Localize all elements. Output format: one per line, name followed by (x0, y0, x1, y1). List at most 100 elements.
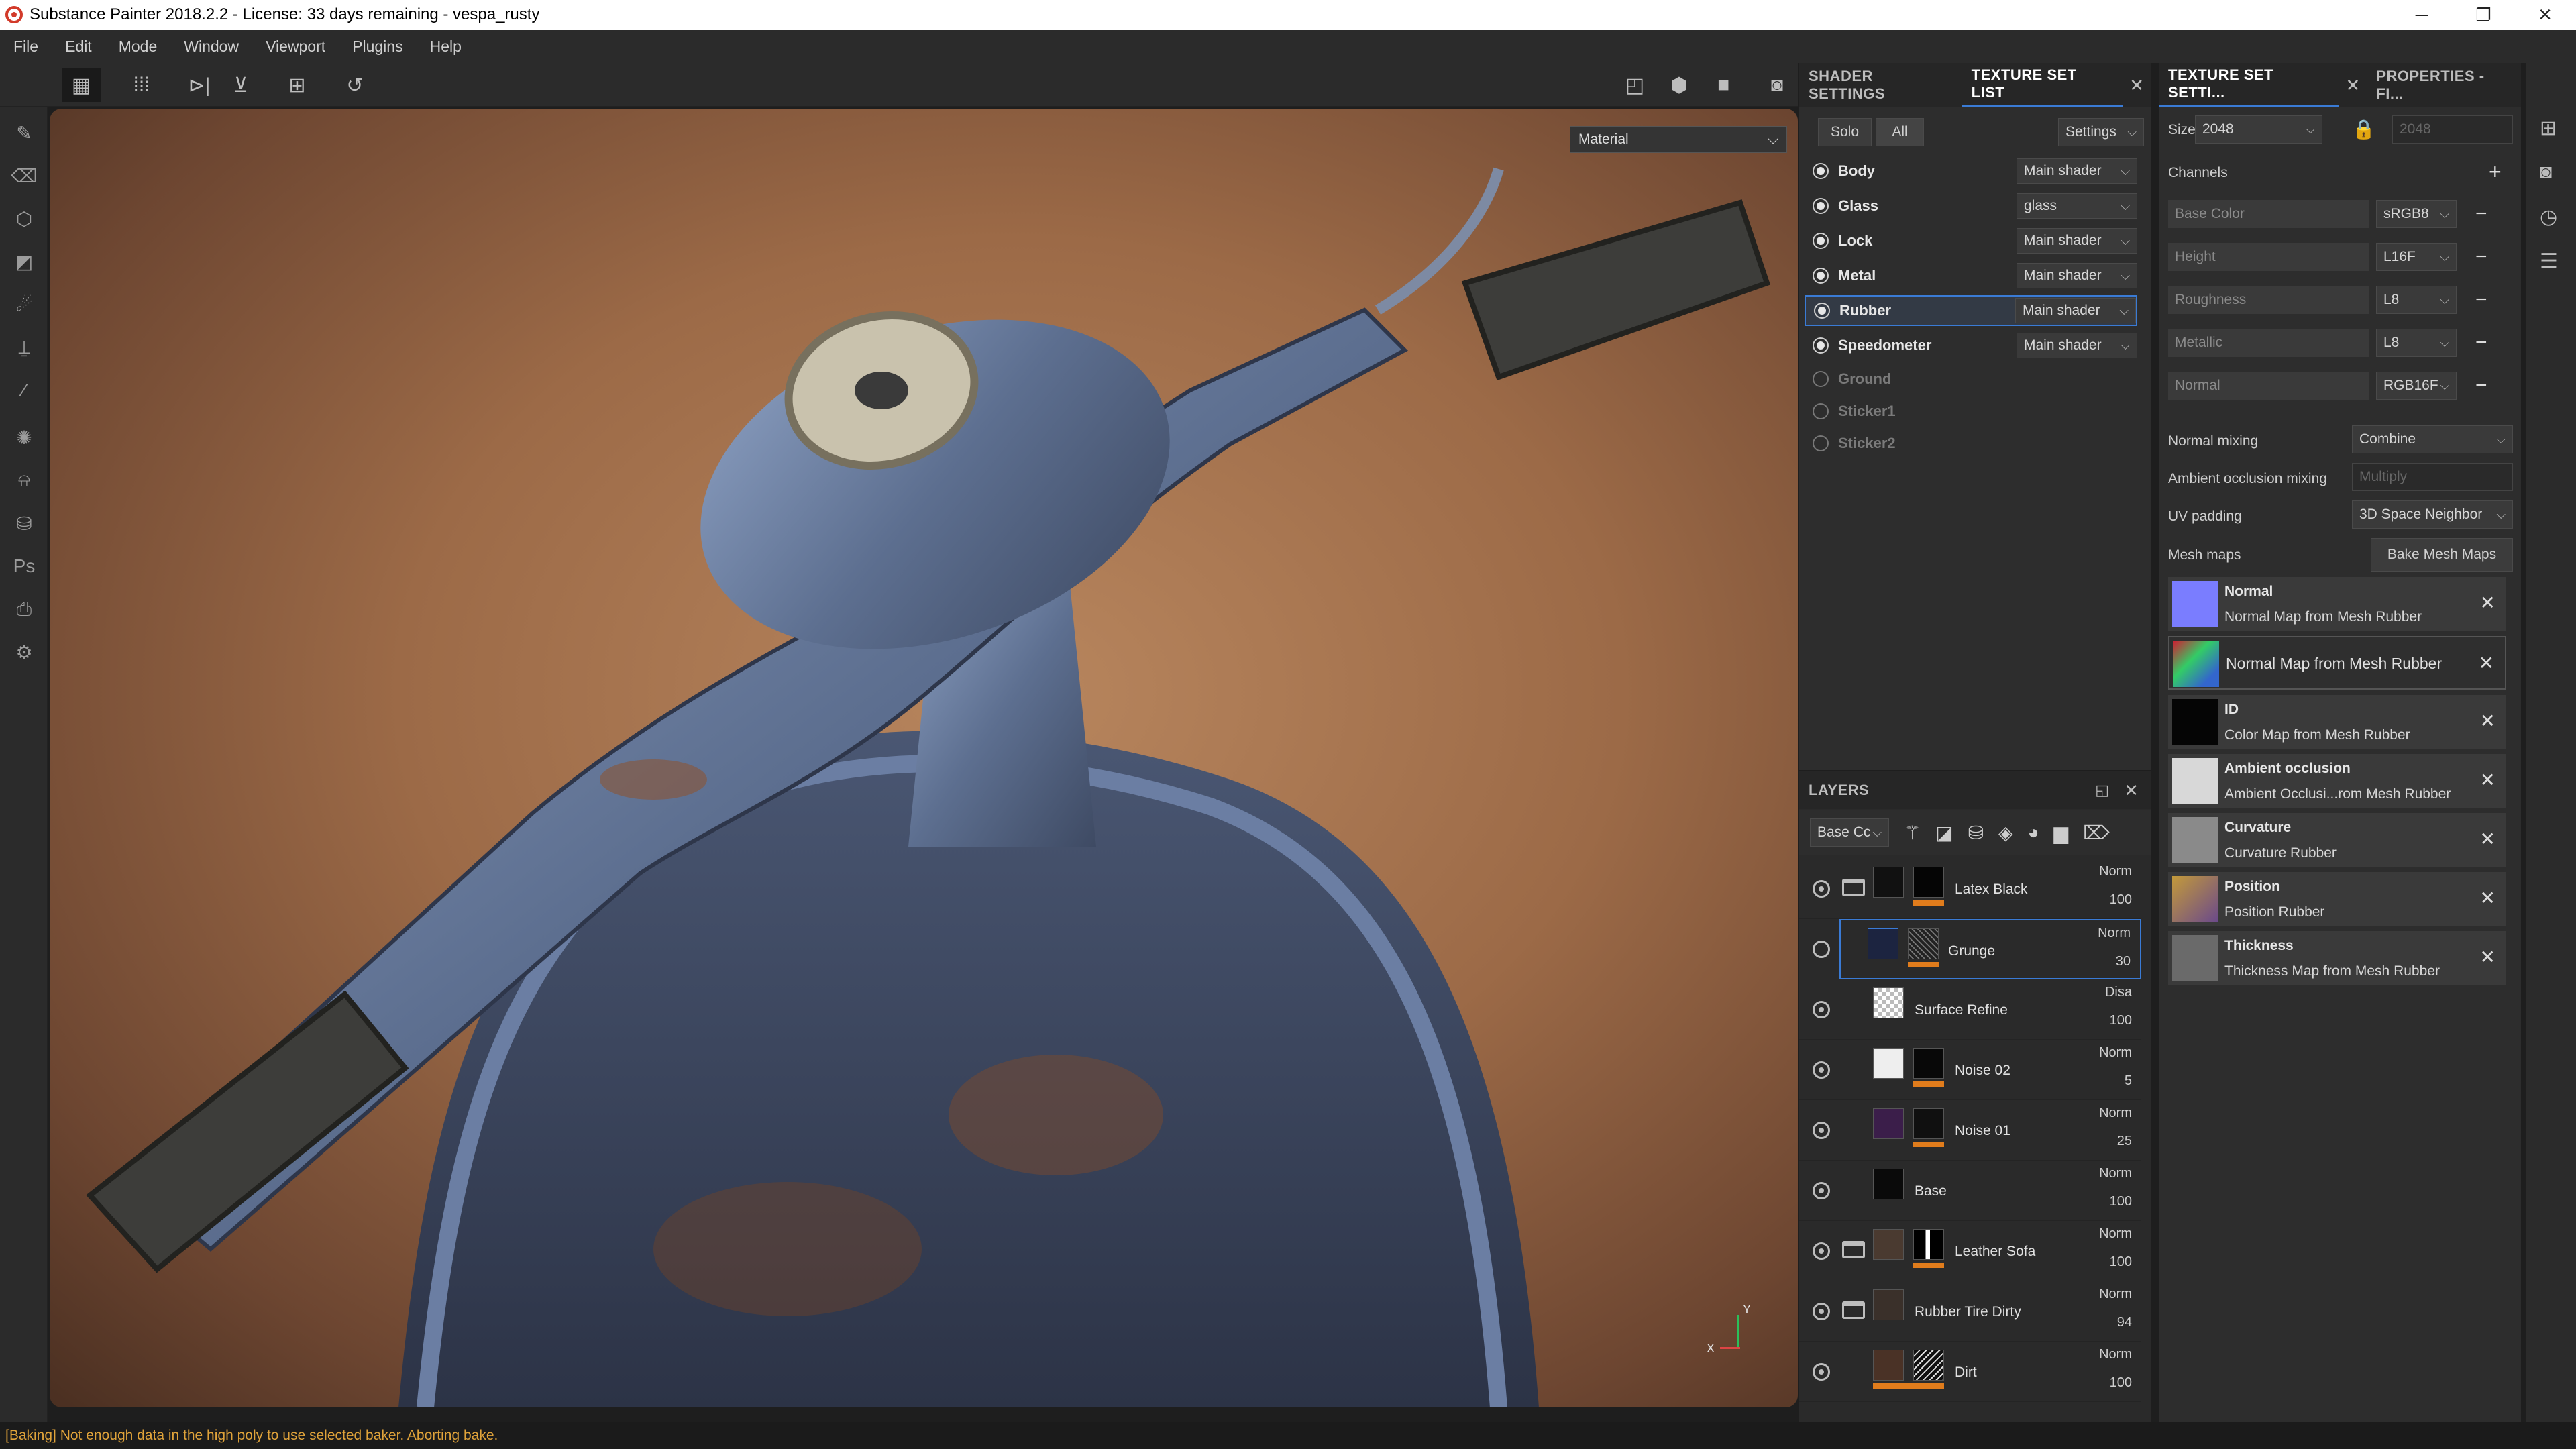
camera-video-icon[interactable]: ■ (1704, 68, 1743, 102)
opacity-value[interactable]: 100 (2110, 1194, 2132, 1210)
texture-set-row[interactable]: Sticker1 (1805, 396, 2137, 427)
opacity-value[interactable]: 100 (2110, 1013, 2132, 1028)
opacity-value[interactable]: 25 (2117, 1134, 2132, 1149)
3d-viewport[interactable]: Material ⌵ Y X (50, 109, 1798, 1407)
layer-row[interactable]: Latex Black Norm 100 (1799, 859, 2141, 919)
tab-texture-set-list[interactable]: TEXTURE SET LIST (1962, 63, 2123, 107)
blend-mode-dropdown[interactable]: Norm (2099, 1045, 2132, 1061)
log-icon[interactable]: ☰ (2540, 250, 2558, 273)
projection-icon[interactable]: ⬡ (9, 204, 39, 233)
eraser-icon[interactable]: ⌫ (9, 161, 39, 191)
texture-set-row[interactable]: Body Main shader (1805, 156, 2137, 186)
smudge-icon[interactable]: ☄ (9, 290, 39, 319)
format-dropdown[interactable]: sRGB8 (2376, 200, 2457, 228)
texture-set-row-selected[interactable]: Rubber Main shader (1805, 295, 2137, 326)
symmetry-x-icon[interactable]: ⊳| (180, 68, 219, 102)
shader-dropdown[interactable]: Main shader (2017, 158, 2137, 184)
opacity-value[interactable]: 100 (2110, 892, 2132, 908)
display-settings-icon[interactable]: ◙ (2540, 161, 2552, 184)
blend-mode-dropdown[interactable]: Norm (2099, 1347, 2132, 1362)
shader-dropdown[interactable]: Main shader (2017, 263, 2137, 288)
add-effect-icon[interactable]: ⚚ (1904, 822, 1921, 844)
remove-channel-icon[interactable]: − (2475, 246, 2487, 268)
bake-mesh-maps-button[interactable]: Bake Mesh Maps (2371, 538, 2513, 572)
layer-row[interactable]: Base Norm 100 (1799, 1161, 2141, 1221)
remove-channel-icon[interactable]: − (2475, 331, 2487, 354)
layer-row[interactable]: Leather Sofa Norm 100 (1799, 1221, 2141, 1281)
disabled-radio[interactable] (1813, 371, 1829, 387)
remove-map-icon[interactable]: ✕ (2480, 828, 2496, 850)
screenshot-camera-icon[interactable]: ◙ (1758, 68, 1796, 102)
shader-dropdown[interactable]: Main shader (2017, 333, 2137, 358)
remove-channel-icon[interactable]: − (2475, 203, 2487, 225)
color-picker-icon[interactable]: ⁄ (9, 376, 39, 405)
add-layer-icon[interactable]: ⛁ (1968, 822, 1984, 844)
blend-mode-dropdown[interactable]: Norm (2099, 1287, 2132, 1302)
add-smart-material-icon[interactable]: ◕ (2028, 822, 2039, 843)
layer-row[interactable]: Noise 02 Norm 5 (1799, 1040, 2141, 1100)
clone-stamp-icon[interactable]: ⍊ (9, 333, 39, 362)
delete-layer-icon[interactable]: ⌦ (2083, 822, 2110, 844)
polygon-fill-icon[interactable]: ◩ (9, 247, 39, 276)
visibility-eye-icon[interactable] (1813, 1182, 1830, 1199)
shader-dropdown[interactable]: Main shader (2017, 228, 2137, 254)
remove-map-icon[interactable]: ✕ (2479, 652, 2494, 674)
texture-set-row[interactable]: Glass glass (1805, 191, 2137, 221)
visibility-eye-icon[interactable] (1813, 1363, 1830, 1381)
layers-stack-icon[interactable]: ⛁ (9, 508, 39, 538)
uv-padding-dropdown[interactable]: 3D Space Neighbor (2352, 500, 2513, 529)
remove-map-icon[interactable]: ✕ (2480, 946, 2496, 968)
history-icon[interactable]: ↺ (335, 68, 374, 102)
mesh-map-slot-normal[interactable]: Normal Normal Map from Mesh Rubber ✕ (2168, 577, 2506, 631)
format-dropdown[interactable]: L16F (2376, 243, 2457, 271)
close-tab-icon[interactable]: ✕ (2339, 75, 2367, 96)
tab-properties[interactable]: PROPERTIES - FI... (2367, 63, 2521, 107)
layout-icon[interactable]: ⊞ (2540, 117, 2557, 140)
texture-set-row[interactable]: Speedometer Main shader (1805, 330, 2137, 361)
folder-icon[interactable] (1842, 1241, 1865, 1258)
menu-file[interactable]: File (0, 38, 52, 56)
opacity-value[interactable]: 100 (2110, 1375, 2132, 1391)
menu-edit[interactable]: Edit (52, 38, 105, 56)
visibility-eye-icon[interactable] (1813, 1061, 1830, 1079)
folder-icon[interactable] (1842, 1301, 1865, 1319)
history-clock-icon[interactable]: ◷ (2540, 205, 2557, 229)
mesh-map-slot-world-normal[interactable]: Normal Map from Mesh Rubber ✕ (2168, 636, 2506, 690)
tiling-icon[interactable]: ⁞⁞⁞ (122, 68, 161, 102)
bell-icon[interactable]: ⍾ (9, 466, 39, 495)
disabled-radio[interactable] (1813, 403, 1829, 419)
remove-map-icon[interactable]: ✕ (2480, 592, 2496, 614)
opacity-value[interactable]: 30 (2116, 954, 2131, 969)
layer-row[interactable]: Dirt Norm 100 (1799, 1342, 2141, 1402)
visibility-eye-icon[interactable] (1813, 1122, 1830, 1139)
enabled-radio[interactable] (1813, 233, 1829, 249)
format-dropdown[interactable]: RGB16F (2376, 372, 2457, 400)
close-panel-icon[interactable]: ✕ (2123, 75, 2151, 96)
blend-mode-dropdown[interactable]: Norm (2099, 1166, 2132, 1181)
enabled-radio[interactable] (1813, 337, 1829, 354)
format-dropdown[interactable]: L8 (2376, 329, 2457, 357)
add-frame-icon[interactable]: ⊞ (278, 68, 317, 102)
grid-view-icon[interactable]: ▦ (62, 68, 101, 102)
mesh-map-slot-thickness[interactable]: Thickness Thickness Map from Mesh Rubber ✕ (2168, 931, 2506, 985)
folder-icon[interactable] (1842, 879, 1865, 896)
enabled-radio[interactable] (1813, 268, 1829, 284)
layer-row[interactable]: Noise 01 Norm 25 (1799, 1100, 2141, 1161)
bake-icon[interactable]: ✺ (9, 423, 39, 452)
visibility-eye-icon[interactable] (1813, 880, 1830, 898)
settings-dropdown[interactable]: Settings (2058, 118, 2144, 146)
photoshop-export-icon[interactable]: Ps (9, 551, 39, 581)
visibility-eye-icon[interactable] (1813, 1242, 1830, 1260)
format-dropdown[interactable]: L8 (2376, 286, 2457, 314)
blend-mode-dropdown[interactable]: Norm (2099, 864, 2132, 879)
menu-plugins[interactable]: Plugins (339, 38, 416, 56)
add-channel-icon[interactable]: + (2489, 160, 2502, 184)
shader-dropdown[interactable]: Main shader (2015, 298, 2136, 323)
remove-map-icon[interactable]: ✕ (2480, 887, 2496, 909)
menu-viewport[interactable]: Viewport (252, 38, 339, 56)
blend-mode-dropdown[interactable]: Disa (2105, 985, 2132, 1000)
disabled-radio[interactable] (1813, 435, 1829, 451)
normal-mixing-dropdown[interactable]: Combine (2352, 425, 2513, 453)
remove-channel-icon[interactable]: − (2475, 288, 2487, 311)
tab-texture-set-settings[interactable]: TEXTURE SET SETTI... (2159, 63, 2339, 107)
